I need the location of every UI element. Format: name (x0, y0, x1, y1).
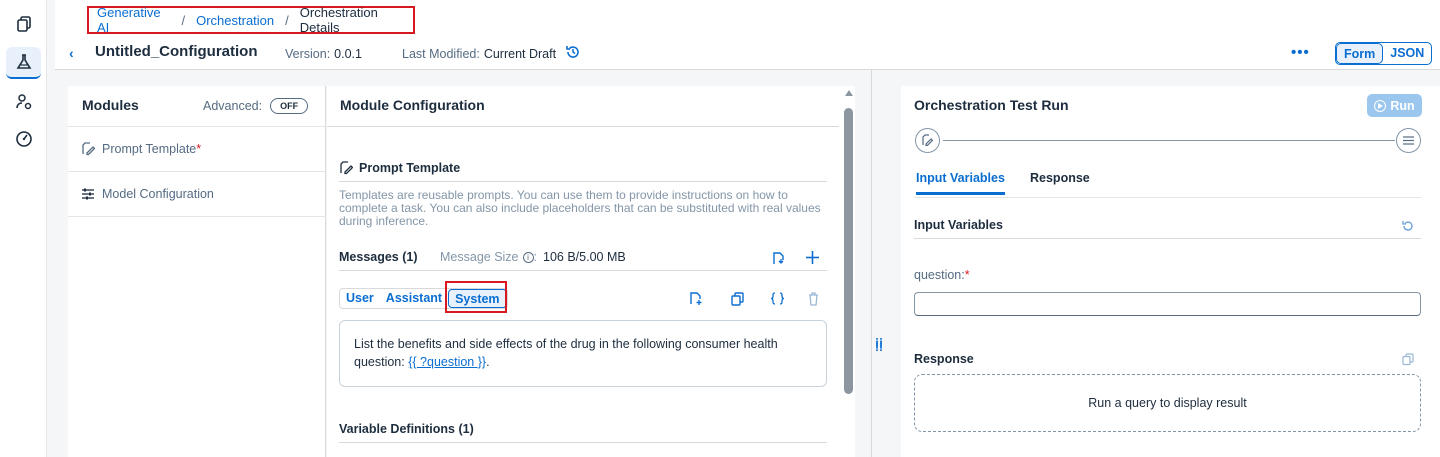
question-input[interactable] (914, 292, 1421, 316)
step-settings-icon[interactable] (1396, 128, 1421, 153)
more-options-button[interactable]: ••• (1291, 44, 1310, 61)
scroll-up-arrow-icon[interactable] (845, 90, 853, 96)
required-marker: * (196, 142, 202, 156)
module-item-label: Prompt Template (102, 142, 197, 156)
modules-title: Modules (82, 97, 139, 113)
breadcrumb-orchestration[interactable]: Orchestration (196, 13, 274, 28)
page-title: Untitled_Configuration (95, 43, 258, 60)
prompt-template-heading: Prompt Template (339, 161, 460, 175)
response-placeholder: Run a query to display result (1088, 396, 1247, 410)
module-configuration-title: Module Configuration (340, 97, 485, 113)
copy-icon[interactable] (728, 289, 746, 307)
module-item-label: Model Configuration (102, 187, 214, 201)
json-view-button[interactable]: JSON (1383, 43, 1431, 64)
documents-icon[interactable] (6, 8, 41, 40)
test-run-panel: Orchestration Test Run Run Input Variabl… (901, 86, 1440, 457)
info-icon[interactable]: i (522, 251, 534, 263)
input-variables-heading: Input Variables (914, 218, 1003, 232)
version-label: Version: (285, 47, 331, 61)
message-size-value: 106 B/5.00 MB (543, 250, 626, 264)
user-settings-icon[interactable] (6, 86, 41, 118)
question-label-row: question:* (914, 268, 970, 282)
messages-label: Messages (1) (339, 250, 418, 264)
response-heading: Response (914, 352, 974, 366)
tab-response[interactable]: Response (1030, 171, 1090, 185)
splitter-grip-icon[interactable]: ⁞⁞ ⁞⁞ (875, 337, 883, 353)
version-value: 0.0.1 (334, 47, 362, 61)
view-mode-toggle: Form JSON (1335, 42, 1433, 65)
panel-splitter[interactable] (871, 70, 872, 457)
divider (339, 181, 827, 182)
last-modified-info: Last Modified: Current Draft (402, 47, 556, 61)
message-size: Message Size i : 106 B/5.00 MB (440, 250, 626, 264)
prompt-template-description: Templates are reusable prompts. You can … (339, 188, 821, 228)
section-title: Prompt Template (359, 161, 461, 175)
form-view-button[interactable]: Form (1336, 43, 1384, 64)
tab-input-variables[interactable]: Input Variables (916, 171, 1005, 195)
breadcrumb: Generative AI / Orchestration / Orchestr… (87, 5, 415, 35)
divider (327, 126, 839, 127)
question-label: question: (914, 268, 965, 282)
delete-icon[interactable] (804, 289, 822, 307)
advanced-setting: Advanced: OFF (203, 98, 309, 114)
variable-definitions-label: Variable Definitions (1) (339, 422, 474, 436)
side-navigation (0, 0, 47, 457)
edit-document-icon (82, 142, 95, 156)
divider (68, 171, 326, 172)
back-chevron-icon[interactable]: ‹ (69, 45, 74, 61)
vertical-scrollbar[interactable] (844, 90, 853, 457)
step-edit-icon[interactable] (915, 128, 940, 153)
response-placeholder-box: Run a query to display result (914, 374, 1421, 432)
role-assistant-button[interactable]: Assistant (380, 289, 448, 308)
sliders-icon (82, 188, 94, 200)
advanced-switch[interactable]: OFF (270, 98, 309, 114)
variable-braces-icon[interactable] (768, 289, 786, 307)
divider (68, 126, 326, 127)
run-button[interactable]: Run (1367, 94, 1422, 117)
scroll-thumb[interactable] (844, 108, 853, 394)
breadcrumb-generative-ai[interactable]: Generative AI (97, 5, 170, 35)
history-icon[interactable] (565, 44, 581, 60)
import-template-icon[interactable] (769, 249, 787, 267)
last-modified-label: Last Modified: (402, 47, 480, 61)
copy-icon[interactable] (1401, 352, 1415, 366)
module-configuration-panel: Module Configuration Prompt Template Tem… (327, 86, 855, 457)
advanced-label: Advanced: (203, 99, 263, 113)
add-file-icon[interactable] (686, 289, 704, 307)
run-label: Run (1390, 98, 1415, 113)
divider (339, 270, 827, 271)
breadcrumb-separator: / (285, 12, 289, 28)
add-message-icon[interactable] (803, 248, 821, 266)
required-marker: * (964, 268, 970, 282)
divider (914, 238, 1421, 239)
modules-panel: Modules Advanced: OFF Prompt Template * M… (68, 86, 326, 457)
gauge-icon[interactable] (6, 123, 41, 155)
breadcrumb-current: Orchestration Details (299, 5, 378, 35)
highlight-box (445, 281, 507, 313)
module-item-prompt-template[interactable]: Prompt Template * (81, 142, 201, 156)
play-icon (1374, 99, 1387, 112)
progress-line (943, 140, 1395, 141)
role-user-button[interactable]: User (340, 289, 380, 308)
divider (68, 216, 326, 217)
module-item-model-configuration[interactable]: Model Configuration (81, 187, 214, 201)
message-size-colon: : (533, 250, 537, 264)
message-variable[interactable]: {{ ?question }} (408, 355, 486, 369)
message-suffix: . (486, 355, 490, 369)
edit-document-icon (340, 161, 353, 175)
page-header: Generative AI / Orchestration / Orchestr… (55, 0, 1440, 70)
divider (339, 442, 827, 443)
last-modified-value: Current Draft (483, 47, 557, 61)
message-editor[interactable]: List the benefits and side effects of th… (339, 320, 827, 387)
flask-icon[interactable] (6, 47, 41, 79)
message-size-label: Message Size (440, 250, 519, 264)
version-info: Version: 0.0.1 (285, 47, 362, 61)
test-run-tabs: Input Variables Response (914, 171, 1421, 198)
reset-icon[interactable] (1401, 219, 1415, 233)
test-run-title: Orchestration Test Run (914, 97, 1069, 113)
breadcrumb-separator: / (181, 12, 186, 28)
